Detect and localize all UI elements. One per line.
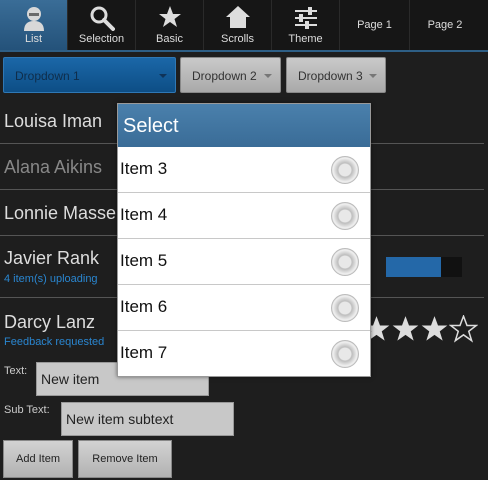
dropdown-label: Dropdown 1 xyxy=(15,69,80,83)
person-icon xyxy=(23,7,44,31)
tab-label: Page 2 xyxy=(427,19,463,31)
popup-option[interactable]: Item 7 xyxy=(118,331,370,377)
radio-button[interactable] xyxy=(331,156,359,184)
popup-option-label: Item 4 xyxy=(120,205,168,224)
dropdown-label: Dropdown 3 xyxy=(298,69,363,83)
list-item-name: Darcy Lanz xyxy=(4,312,96,332)
dropdown-1[interactable]: Dropdown 1 xyxy=(3,57,176,93)
star-filled-icon[interactable] xyxy=(420,315,449,343)
radio-button[interactable] xyxy=(331,294,359,322)
subtext-input[interactable]: New item subtext xyxy=(61,402,234,436)
list-item-subtext: Feedback requested xyxy=(4,336,105,348)
star-icon xyxy=(158,6,181,27)
popup-option-label: Item 3 xyxy=(120,159,168,178)
list-item-name: Louisa Iman xyxy=(4,111,103,131)
tab-label: Page 1 xyxy=(357,19,392,31)
tab-label: Basic xyxy=(156,33,183,45)
tab-basic[interactable]: Basic xyxy=(136,0,204,50)
chevron-down-icon xyxy=(159,74,167,78)
text-label: Text: xyxy=(4,365,28,377)
star-filled-icon[interactable] xyxy=(391,315,420,343)
chevron-down-icon xyxy=(264,74,272,78)
popup-option[interactable]: Item 3 xyxy=(118,147,370,193)
tab-label: Selection xyxy=(78,33,125,45)
radio-button[interactable] xyxy=(331,202,359,230)
sliders-icon xyxy=(294,7,317,29)
select-popup: Select Item 3 Item 4 Item 5 Item 6 Item … xyxy=(117,103,371,377)
tab-label: List xyxy=(24,33,43,45)
dropdown-3[interactable]: Dropdown 3 xyxy=(286,57,386,93)
star-rating[interactable] xyxy=(362,315,478,343)
tab-page-2[interactable]: Page 2 xyxy=(410,0,480,50)
list-item-name: Alana Aikins xyxy=(4,157,103,177)
tab-page-1[interactable]: Page 1 xyxy=(340,0,410,50)
radio-button[interactable] xyxy=(331,340,359,368)
list-item-name: Javier Rank xyxy=(4,248,100,268)
chevron-down-icon xyxy=(369,74,377,78)
popup-option[interactable]: Item 5 xyxy=(118,239,370,285)
upload-progress-bar xyxy=(386,257,462,277)
list-item-subtext: 4 item(s) uploading xyxy=(4,273,98,285)
popup-option[interactable]: Item 6 xyxy=(118,285,370,331)
popup-option-label: Item 5 xyxy=(120,251,168,270)
tab-label: Scrolls xyxy=(220,33,254,45)
home-icon xyxy=(225,6,250,28)
popup-option-label: Item 6 xyxy=(120,297,168,316)
popup-option-label: Item 7 xyxy=(120,343,168,362)
popup-title: Select xyxy=(118,104,370,147)
star-empty-icon[interactable] xyxy=(449,315,478,343)
tab-list[interactable]: List xyxy=(0,0,68,50)
progress-fill xyxy=(386,257,441,277)
search-icon xyxy=(90,6,115,31)
tab-selection[interactable]: Selection xyxy=(68,0,136,50)
tab-scrolls[interactable]: Scrolls xyxy=(204,0,272,50)
dropdown-row: Dropdown 1 Dropdown 2 Dropdown 3 xyxy=(0,54,488,96)
subtext-label: Sub Text: xyxy=(4,404,50,416)
list-item-name: Lonnie Masse xyxy=(4,203,117,223)
popup-option[interactable]: Item 4 xyxy=(118,193,370,239)
dropdown-label: Dropdown 2 xyxy=(192,69,257,83)
dropdown-2[interactable]: Dropdown 2 xyxy=(180,57,281,93)
tab-theme[interactable]: Theme xyxy=(272,0,340,50)
tab-label: Theme xyxy=(288,33,323,45)
remove-item-button[interactable]: Remove Item xyxy=(78,440,172,478)
tab-bar: List Selection Basic Scrolls Theme Page xyxy=(0,0,488,52)
radio-button[interactable] xyxy=(331,248,359,276)
add-item-button[interactable]: Add Item xyxy=(3,440,73,478)
